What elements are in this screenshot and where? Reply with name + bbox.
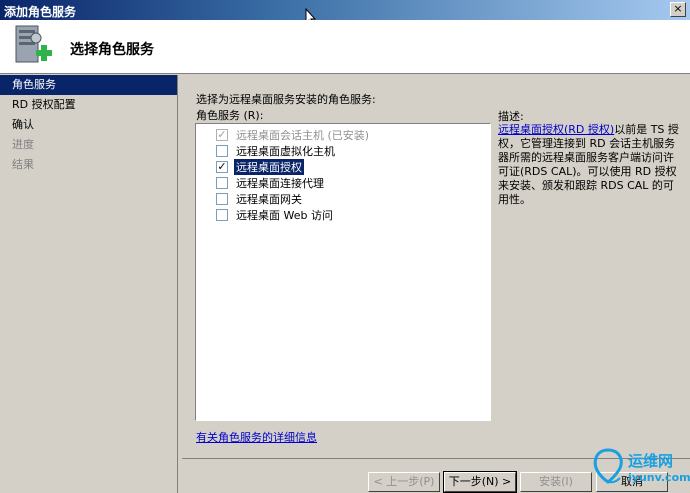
service-label[interactable]: 远程桌面连接代理 (234, 175, 326, 191)
checkbox[interactable] (216, 193, 228, 205)
list-label: 角色服务 (R): (196, 109, 264, 122)
watermark-text-2: iyunv.com (628, 471, 690, 484)
checkbox[interactable] (216, 177, 228, 189)
server-add-icon (10, 24, 54, 70)
list-item[interactable]: ✓ 远程桌面授权 (216, 159, 490, 175)
checkbox-checked-disabled: ✓ (216, 128, 228, 141)
description-body: 远程桌面授权(RD 授权)以前是 TS 授权，它管理连接到 RD 会话主机服务器… (498, 123, 684, 207)
description-title: 描述: (498, 110, 524, 123)
nav-step-results: 结果 (12, 158, 34, 171)
title-bar: 添加角色服务 × (0, 0, 690, 20)
list-item[interactable]: 远程桌面连接代理 (216, 175, 490, 191)
more-info-link[interactable]: 有关角色服务的详细信息 (196, 429, 317, 445)
watermark-text-1: 运维网 (628, 452, 674, 470)
page-header: 选择角色服务 (0, 20, 690, 74)
list-item[interactable]: 远程桌面网关 (216, 191, 490, 207)
nav-step-role-services[interactable]: 角色服务 (0, 75, 177, 95)
service-label[interactable]: 远程桌面授权 (234, 159, 304, 175)
nav-step-rd-licensing[interactable]: RD 授权配置 (0, 95, 177, 115)
close-button[interactable]: × (670, 2, 686, 17)
service-label[interactable]: 远程桌面 Web 访问 (234, 207, 335, 223)
wizard-step-nav: 角色服务 RD 授权配置 确认 进度 结果 (0, 75, 178, 493)
watermark-logo-icon (593, 448, 623, 484)
prev-button[interactable]: < 上一步(P) (368, 472, 440, 492)
list-item[interactable]: 远程桌面虚拟化主机 (216, 143, 490, 159)
nav-step-confirm[interactable]: 确认 (0, 115, 177, 135)
next-button[interactable]: 下一步(N) > (443, 471, 517, 493)
checkbox[interactable] (216, 145, 228, 157)
checkbox-checked[interactable]: ✓ (216, 161, 228, 173)
main-panel: 选择为远程桌面服务安装的角色服务: 角色服务 (R): ✓ 远程桌面会话主机 (… (182, 75, 690, 457)
role-services-list[interactable]: ✓ 远程桌面会话主机 (已安装) 远程桌面虚拟化主机 ✓ 远程桌面授权 远程桌面… (195, 123, 491, 421)
service-label[interactable]: 远程桌面虚拟化主机 (234, 143, 337, 159)
list-item[interactable]: 远程桌面 Web 访问 (216, 207, 490, 223)
service-label[interactable]: 远程桌面网关 (234, 191, 304, 207)
instruction-text: 选择为远程桌面服务安装的角色服务: (196, 93, 376, 106)
window-title: 添加角色服务 (4, 5, 77, 19)
service-label: 远程桌面会话主机 (已安装) (236, 129, 370, 142)
description-link[interactable]: 远程桌面授权(RD 授权) (498, 123, 614, 136)
page-title: 选择角色服务 (70, 42, 154, 58)
watermark: 运维网 iyunv.com (586, 440, 690, 490)
list-item: ✓ 远程桌面会话主机 (已安装) (216, 127, 490, 143)
checkbox[interactable] (216, 209, 228, 221)
install-button[interactable]: 安装(I) (520, 472, 592, 492)
nav-step-progress: 进度 (12, 138, 34, 151)
